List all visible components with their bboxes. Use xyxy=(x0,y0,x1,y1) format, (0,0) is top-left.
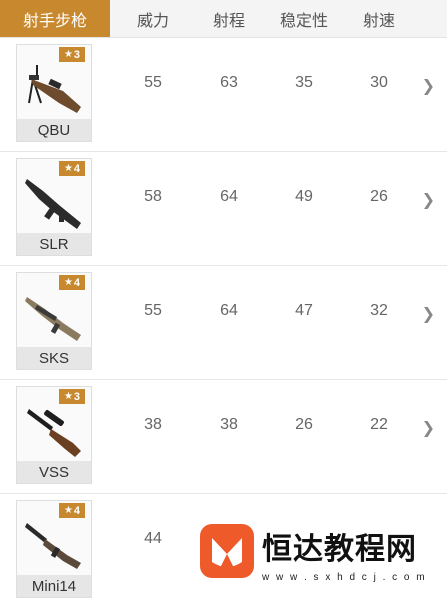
table-header: 射手步枪 威力 射程 稳定性 射速 xyxy=(0,0,447,38)
sks-rifle-image xyxy=(25,297,81,341)
stat-power: 55 xyxy=(144,302,162,319)
chevron-right-icon[interactable]: ❯ xyxy=(422,190,435,210)
weapon-name: SLR xyxy=(17,233,91,255)
chevron-right-icon[interactable]: ❯ xyxy=(422,418,435,438)
weapon-card: ★ 3 VSS xyxy=(16,386,92,484)
stat-power: 38 xyxy=(144,416,162,433)
stat-rate: 30 xyxy=(370,74,388,91)
column-header-power: 威力 xyxy=(136,12,169,30)
stat-range: 64 xyxy=(220,188,238,205)
stat-power: 55 xyxy=(144,74,162,91)
chevron-right-icon[interactable]: ❯ xyxy=(422,76,435,96)
stat-power: 44 xyxy=(144,530,162,547)
column-header-stability: 稳定性 xyxy=(279,12,328,30)
watermark-url: w w w . s x h d c j . c o m xyxy=(262,572,427,583)
stat-stability: 49 xyxy=(295,188,313,205)
weapon-name: SKS xyxy=(17,347,91,369)
mini14-rifle-image xyxy=(25,523,81,569)
weapon-card: ★ 4 SKS xyxy=(16,272,92,370)
site-logo-icon xyxy=(200,524,254,578)
stat-stability: 47 xyxy=(295,302,313,319)
stat-range: 38 xyxy=(220,416,238,433)
chevron-right-icon[interactable]: ❯ xyxy=(422,304,435,324)
stat-rate: 22 xyxy=(370,416,388,433)
stat-power: 58 xyxy=(144,188,162,205)
weapon-card: ★ 4 SLR xyxy=(16,158,92,256)
weapon-row-slr[interactable]: ★ 4 SLR 58 64 49 26 ❯ xyxy=(0,152,447,266)
site-watermark: 恒达教程网 w w w . s x h d c j . c o m xyxy=(190,522,447,591)
stat-range: 64 xyxy=(220,302,238,319)
vss-rifle-image xyxy=(27,409,81,457)
weapon-name: QBU xyxy=(17,119,91,141)
stat-rate: 26 xyxy=(370,188,388,205)
stat-stability: 35 xyxy=(295,74,313,91)
weapon-name: Mini14 xyxy=(17,575,91,597)
weapon-row-vss[interactable]: ★ 3 VSS 38 38 26 22 ❯ xyxy=(0,380,447,494)
stat-rate: 32 xyxy=(370,302,388,319)
qbu-rifle-image xyxy=(28,65,81,113)
weapon-row-qbu[interactable]: ★ 3 QBU 55 63 35 30 ❯ xyxy=(0,38,447,152)
slr-rifle-image xyxy=(25,179,81,229)
stat-range: 63 xyxy=(220,74,238,91)
watermark-text: 恒达教程网 xyxy=(262,532,417,567)
weapon-card: ★ 4 Mini14 xyxy=(16,500,92,598)
column-header-rate: 射速 xyxy=(362,12,395,30)
weapon-name: VSS xyxy=(17,461,91,483)
weapon-row-sks[interactable]: ★ 4 SKS 55 64 47 32 ❯ xyxy=(0,266,447,380)
stat-stability: 26 xyxy=(295,416,313,433)
weapon-card: ★ 3 QBU xyxy=(16,44,92,142)
tab-sniper-rifles[interactable]: 射手步枪 xyxy=(0,0,110,37)
column-header-range: 射程 xyxy=(212,12,245,30)
